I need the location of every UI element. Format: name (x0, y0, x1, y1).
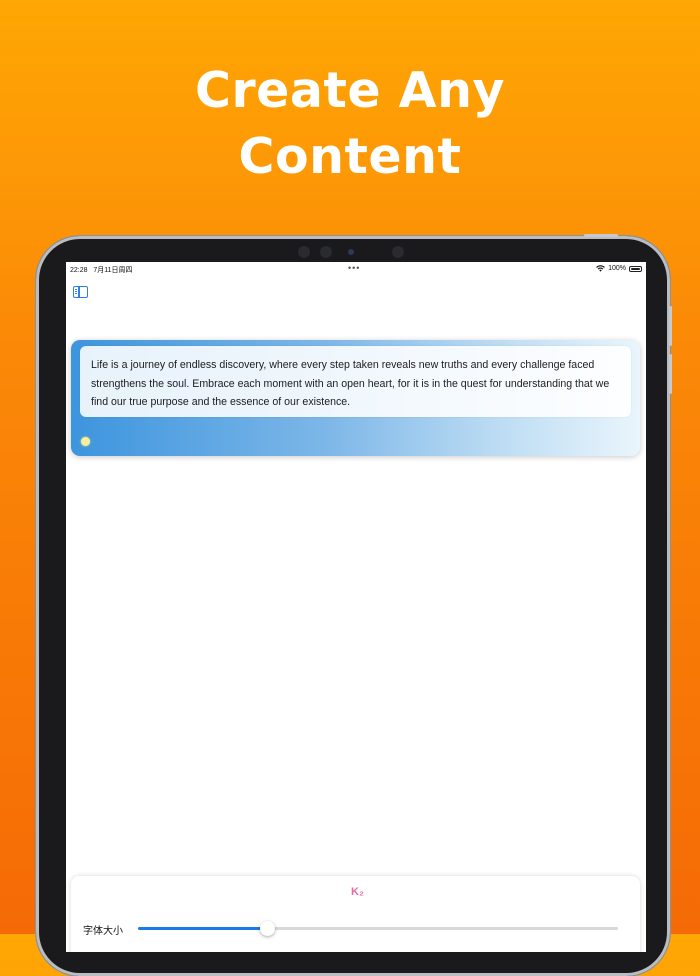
headline-line-2: Content (238, 128, 462, 185)
app-screen: 22:28 7月11日周四 ••• 100% Life is a journey… (66, 262, 646, 952)
app-logo-icon: K₂ (351, 886, 364, 898)
quote-card[interactable]: Life is a journey of endless discovery, … (71, 340, 640, 456)
author-row (81, 437, 90, 446)
camera-sensor (320, 246, 332, 258)
status-bar: 22:28 7月11日周四 ••• 100% (66, 262, 646, 276)
more-dots-icon[interactable]: ••• (348, 263, 360, 273)
font-size-slider[interactable] (138, 921, 618, 936)
volume-up-button (669, 306, 672, 346)
camera-sensor (392, 246, 404, 258)
marketing-headline: Create Any Content (0, 58, 700, 190)
headline-line-1: Create Any (195, 62, 505, 119)
status-time: 22:28 7月11日周四 (70, 267, 133, 274)
camera-sensor (298, 246, 310, 258)
wifi-icon (596, 265, 605, 272)
status-date: 7月11日周四 (93, 267, 133, 274)
camera-bar (288, 244, 412, 260)
battery-percent: 100% (608, 265, 626, 272)
status-right: 100% (596, 265, 642, 272)
quote-text[interactable]: Life is a journey of endless discovery, … (91, 356, 626, 412)
font-size-label: 字体大小 (83, 926, 123, 937)
settings-panel: K₂ 字体大小 (71, 876, 640, 952)
camera-lens (348, 249, 354, 255)
battery-icon (629, 265, 642, 272)
quote-text-box[interactable]: Life is a journey of endless discovery, … (80, 346, 631, 417)
volume-down-button (669, 354, 672, 394)
author-avatar (81, 437, 90, 446)
sidebar-toggle-icon[interactable] (73, 286, 88, 298)
top-button (584, 234, 618, 237)
font-size-slider-fill (138, 927, 268, 930)
